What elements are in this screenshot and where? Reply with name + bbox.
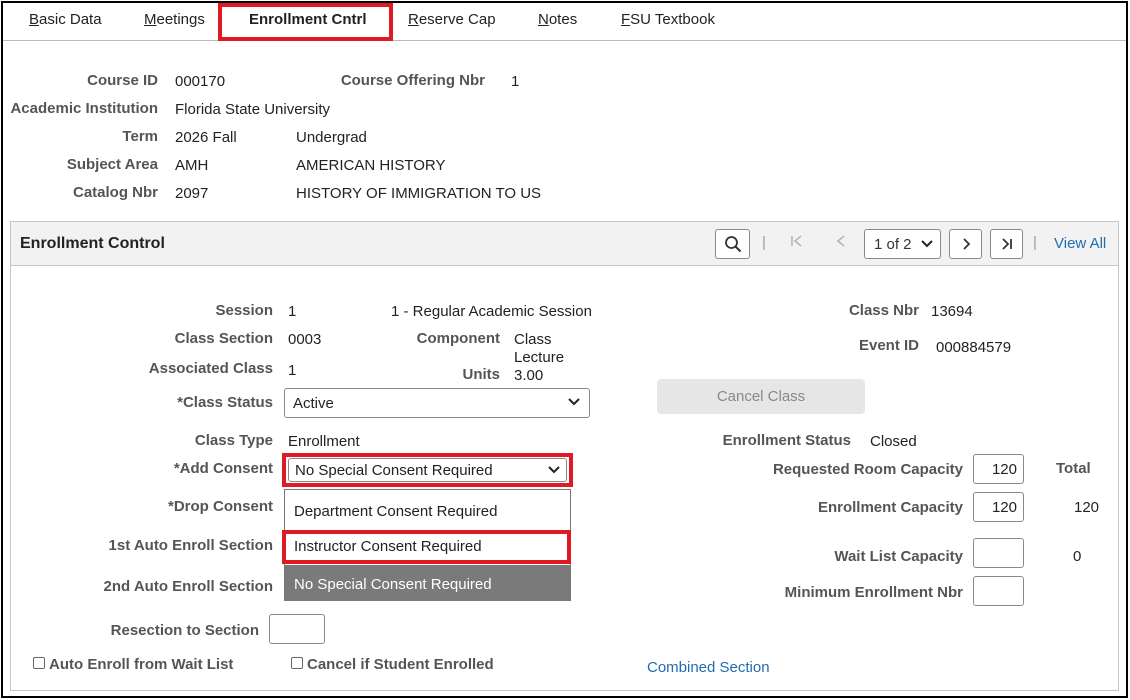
last-page-button[interactable] [990, 229, 1023, 259]
option-department-consent[interactable]: Department Consent Required [285, 492, 570, 528]
resection-input[interactable] [269, 614, 325, 644]
subject-value: AMH [175, 157, 209, 174]
previous-page-icon[interactable] [833, 233, 849, 254]
class-section-label: Class Section [174, 330, 273, 347]
component-label: Component [416, 330, 500, 347]
class-status-value: Active [293, 395, 334, 412]
event-id-label: Event ID [858, 337, 919, 354]
course-id-label: Course ID [87, 72, 158, 89]
catalog-label: Catalog Nbr [72, 184, 158, 201]
cancel-if-enrolled-checkbox[interactable] [291, 657, 303, 669]
session-desc: 1 - Regular Academic Session [391, 303, 592, 320]
minimum-enrollment-input[interactable] [973, 576, 1024, 606]
enrollment-capacity-label: Enrollment Capacity [817, 499, 963, 516]
last-page-icon [1001, 238, 1012, 250]
enrollment-status-value: Closed [870, 433, 917, 450]
panel-title: Enrollment Control [20, 235, 165, 252]
wait-list-capacity-label: Wait List Capacity [834, 548, 963, 565]
class-status-select[interactable]: Active [284, 388, 590, 418]
separator: | [762, 234, 766, 251]
chevron-down-icon [568, 398, 580, 406]
units-value: 3.00 [514, 367, 544, 384]
catalog-desc: HISTORY OF IMMIGRATION TO US [296, 185, 542, 202]
associated-class-value: 1 [288, 362, 297, 379]
tab-basic-data[interactable]: Basic Data [29, 11, 102, 28]
total-label: Total [1056, 460, 1091, 477]
component-line1: Class [514, 331, 552, 348]
highlight-instructor-consent [282, 530, 571, 564]
tab-bar: Basic Data Meetings Enrollment Cntrl Res… [3, 3, 1126, 41]
requested-room-label: Requested Room Capacity [772, 461, 963, 478]
cancel-class-button[interactable]: Cancel Class [657, 379, 865, 414]
chevron-down-icon [920, 240, 933, 248]
add-consent-label: *Add Consent [173, 460, 273, 477]
term-value: 2026 Fall [175, 129, 237, 146]
enrollment-capacity-input[interactable]: 120 [973, 492, 1024, 522]
cancel-if-enrolled-label: Cancel if Student Enrolled [307, 656, 494, 673]
course-id-value: 000170 [175, 73, 226, 90]
component-line2: Lecture [514, 349, 565, 366]
career-value: Undergrad [296, 129, 367, 146]
highlight-active-tab [218, 3, 393, 41]
session-label: Session [215, 302, 273, 319]
next-page-button[interactable] [949, 229, 982, 259]
tab-fsu-textbook[interactable]: FSU Textbook [621, 11, 715, 28]
auto-enroll-wait-list-checkbox[interactable] [33, 657, 45, 669]
panel-header: Enrollment Control | 1 of 2 | View All [11, 222, 1118, 266]
institution-label: Academic Institution [10, 100, 158, 117]
wait-list-capacity-input[interactable] [973, 538, 1024, 568]
units-label: Units [462, 366, 501, 383]
page-select[interactable]: 1 of 2 [864, 229, 941, 259]
associated-class-label: Associated Class [148, 360, 273, 377]
option-no-special-consent[interactable]: No Special Consent Required [285, 565, 570, 601]
offering-label: Course Offering Nbr [340, 72, 485, 89]
chevron-right-icon [962, 238, 970, 250]
search-button[interactable] [715, 229, 750, 259]
offering-value: 1 [511, 73, 520, 90]
class-nbr-value: 13694 [931, 303, 973, 320]
first-page-icon[interactable] [789, 233, 805, 254]
event-id-value: 000884579 [936, 339, 1012, 356]
auto-enroll-1-label: 1st Auto Enroll Section [108, 537, 273, 554]
institution-value: Florida State University [175, 101, 331, 118]
search-icon [724, 236, 741, 253]
requested-room-input[interactable]: 120 [973, 454, 1024, 484]
subject-label: Subject Area [66, 156, 158, 173]
separator: | [1033, 234, 1037, 251]
enrollment-capacity-total: 120 [1074, 499, 1100, 516]
tab-reserve-cap[interactable]: Reserve Cap [408, 11, 496, 28]
tab-meetings[interactable]: Meetings [144, 11, 205, 28]
class-status-label: *Class Status [177, 394, 273, 411]
class-section-value: 0003 [288, 331, 322, 348]
drop-consent-label: *Drop Consent [168, 498, 273, 515]
auto-enroll-wait-list-label: Auto Enroll from Wait List [49, 656, 234, 673]
view-all-link[interactable]: View All [1054, 235, 1106, 252]
combined-section-link[interactable]: Combined Section [647, 659, 770, 676]
highlight-add-consent [282, 453, 573, 487]
class-type-value: Enrollment [288, 433, 360, 450]
term-label: Term [122, 128, 158, 145]
class-type-label: Class Type [194, 432, 273, 449]
auto-enroll-2-label: 2nd Auto Enroll Section [103, 578, 273, 595]
enrollment-status-label: Enrollment Status [722, 432, 851, 449]
subject-desc: AMERICAN HISTORY [296, 157, 446, 174]
class-nbr-label: Class Nbr [848, 302, 919, 319]
wait-list-total: 0 [1073, 548, 1082, 565]
catalog-value: 2097 [175, 185, 209, 202]
resection-label: Resection to Section [110, 622, 259, 639]
session-value: 1 [288, 303, 297, 320]
minimum-enrollment-label: Minimum Enrollment Nbr [784, 584, 963, 601]
page-select-value: 1 of 2 [874, 235, 912, 253]
tab-notes[interactable]: Notes [538, 11, 577, 28]
